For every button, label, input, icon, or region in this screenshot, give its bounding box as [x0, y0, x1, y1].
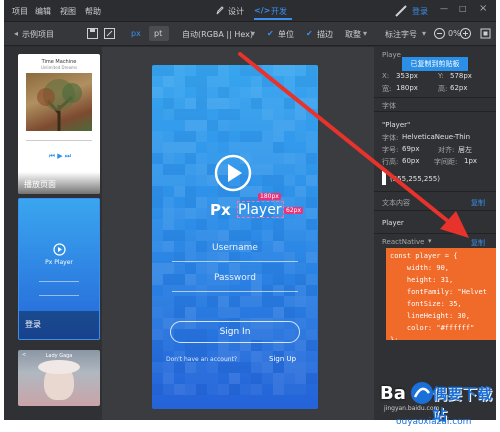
app-window: 项目 编辑 视图 帮助 设计 </> 开发 登录 — □ × ◂ 示例项目 px…	[4, 0, 496, 420]
watermark-baidu: jingyan.baidu.com	[384, 405, 440, 412]
watermark-logo-icon	[411, 382, 433, 404]
watermark: Ba 偶要下载站 jingyan.baidu.com ouyaoxiazai.c…	[376, 375, 500, 432]
watermark-url: ouyaoxiazai.com	[396, 417, 472, 427]
annotation-arrow	[238, 52, 469, 238]
watermark-prefix: Ba	[380, 383, 406, 404]
